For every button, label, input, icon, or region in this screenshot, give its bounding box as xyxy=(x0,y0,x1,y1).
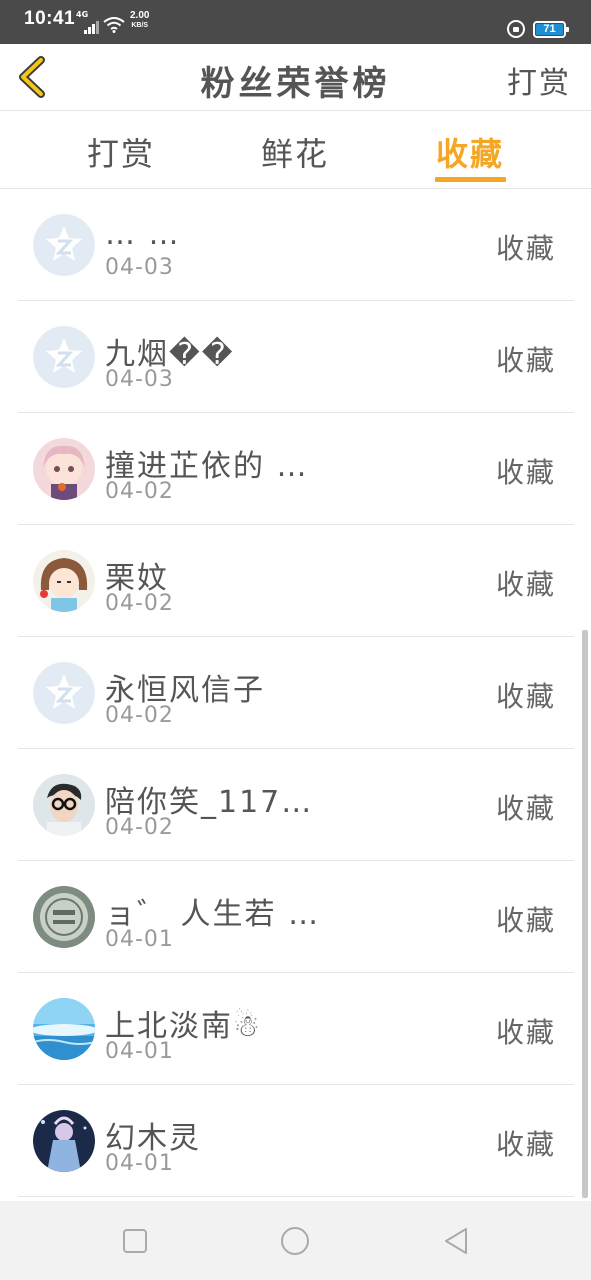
fan-date: 04-02 xyxy=(105,591,174,616)
wifi-icon xyxy=(103,17,125,33)
active-tab-indicator xyxy=(435,177,506,182)
default-avatar-icon xyxy=(33,326,95,388)
default-avatar-icon xyxy=(33,214,95,276)
tab-bar: 打赏 鲜花 收藏 xyxy=(0,111,591,189)
anime-girl-avatar xyxy=(33,438,95,500)
list-item[interactable]: 上北淡南☃ 04-01 收藏 xyxy=(18,973,574,1085)
network-speed: 2.00 KB/S xyxy=(130,10,149,30)
action-label: 收藏 xyxy=(495,344,556,377)
circle-icon[interactable] xyxy=(280,1226,310,1256)
action-label: 收藏 xyxy=(495,456,556,489)
signal-icon xyxy=(84,20,99,34)
fan-date: 04-03 xyxy=(105,255,174,280)
fan-date: 04-03 xyxy=(105,367,174,392)
fan-date: 04-01 xyxy=(105,1151,174,1176)
battery-level: 71 xyxy=(543,23,556,35)
title-bar: 粉丝荣誉榜 打赏 xyxy=(0,44,591,111)
status-bar: 10:41 4G 2.00 KB/S 71 xyxy=(0,0,591,44)
list-item[interactable]: 陪你笑_117… 04-02 收藏 xyxy=(18,749,574,861)
coin-avatar xyxy=(33,886,95,948)
sky-avatar xyxy=(33,998,95,1060)
tab-flowers[interactable]: 鲜花 xyxy=(260,129,330,175)
action-label: 收藏 xyxy=(495,232,556,265)
tab-reward[interactable]: 打赏 xyxy=(86,129,156,175)
action-label: 收藏 xyxy=(495,1016,556,1049)
tab-favorites[interactable]: 收藏 xyxy=(434,129,506,175)
triangle-back-icon[interactable] xyxy=(441,1226,471,1256)
square-icon[interactable] xyxy=(120,1226,150,1256)
speed-value: 2.00 xyxy=(130,10,150,21)
fan-date: 04-02 xyxy=(105,479,174,504)
list-item[interactable]: 九烟�� 04-03 收藏 xyxy=(18,301,574,413)
default-avatar-icon xyxy=(33,662,95,724)
cartoon-girl-avatar xyxy=(33,550,95,612)
speed-unit: KB/S xyxy=(131,22,149,29)
list-item[interactable]: 永恒风信子 04-02 收藏 xyxy=(18,637,574,749)
action-label: 收藏 xyxy=(495,568,556,601)
list-item[interactable]: 幻木灵 04-01 收藏 xyxy=(18,1085,574,1197)
battery-icon: 71 xyxy=(533,21,569,38)
fan-date: 04-02 xyxy=(105,815,174,840)
action-label: 收藏 xyxy=(495,680,556,713)
list-item[interactable]: … … 04-03 收藏 xyxy=(18,189,574,301)
list-item[interactable]: ョ゛ 人生若 … 04-01 收藏 xyxy=(18,861,574,973)
list-item[interactable]: 栗妏 04-02 收藏 xyxy=(18,525,574,637)
fan-date: 04-02 xyxy=(105,703,174,728)
system-nav-bar xyxy=(0,1201,591,1280)
action-label: 收藏 xyxy=(495,792,556,825)
fan-list[interactable]: … … 04-03 收藏 九烟�� 04-03 收藏 撞进芷依的 … 04-02… xyxy=(0,189,591,1201)
action-label: 收藏 xyxy=(495,904,556,937)
fan-date: 04-01 xyxy=(105,1039,174,1064)
list-item[interactable]: 撞进芷依的 … 04-02 收藏 xyxy=(18,413,574,525)
fan-name: … … xyxy=(105,217,181,252)
fan-date: 04-01 xyxy=(105,927,174,952)
boy-glasses-avatar xyxy=(33,774,95,836)
action-label: 收藏 xyxy=(495,1128,556,1161)
page-title: 粉丝荣誉榜 xyxy=(200,64,391,104)
network-type: 4G xyxy=(76,10,89,19)
rotation-lock-icon xyxy=(507,20,525,38)
status-time: 10:41 xyxy=(24,8,76,29)
fantasy-avatar xyxy=(33,1110,95,1172)
reward-button[interactable]: 打赏 xyxy=(507,58,571,102)
list-scrollbar[interactable] xyxy=(582,630,588,1198)
